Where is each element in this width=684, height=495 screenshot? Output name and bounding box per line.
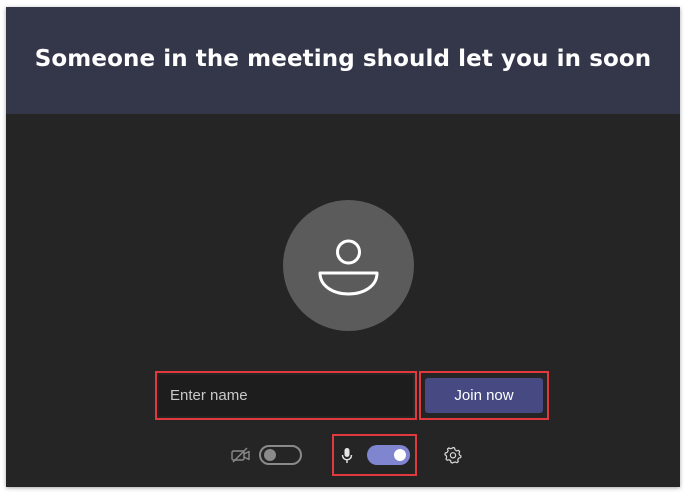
microphone-icon: [341, 447, 353, 468]
microphone-toggle[interactable]: [367, 445, 410, 465]
video-toggle[interactable]: [259, 445, 302, 465]
name-input-highlight: [155, 371, 417, 420]
name-input[interactable]: [159, 375, 413, 416]
user-avatar: [283, 200, 414, 331]
video-toggle-knob: [264, 449, 276, 461]
lobby-message: Someone in the meeting should let you in…: [34, 46, 652, 72]
camera-off-icon: [230, 447, 252, 467]
join-now-button[interactable]: Join now: [425, 378, 543, 413]
microphone-toggle-knob: [394, 449, 406, 461]
meeting-lobby-window: Someone in the meeting should let you in…: [6, 7, 680, 487]
lobby-header: Someone in the meeting should let you in…: [6, 7, 680, 114]
person-icon: [318, 239, 379, 296]
join-button-highlight: Join now: [419, 371, 549, 420]
gear-icon[interactable]: [444, 446, 462, 468]
